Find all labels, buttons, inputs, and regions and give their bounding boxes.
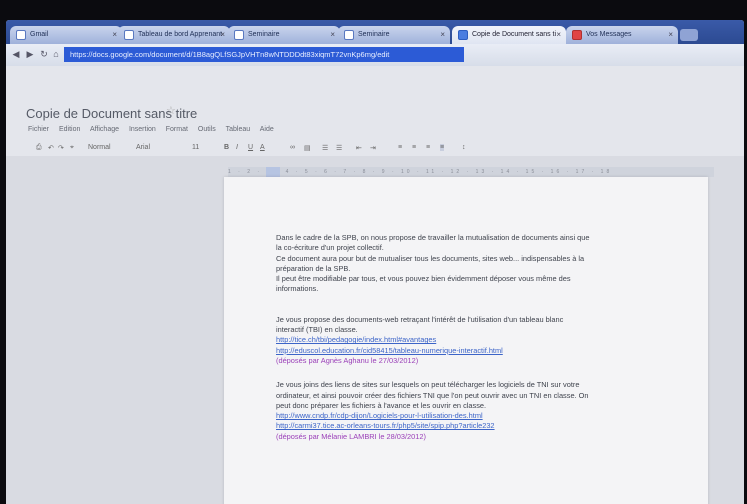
style-select[interactable]: Normal — [88, 144, 111, 151]
text-line: informations. — [276, 284, 319, 294]
tab-label: Gmail — [30, 31, 49, 38]
underline-icon[interactable]: U — [248, 144, 253, 151]
document-page[interactable]: Dans le cadre de la SPB, on nous propose… — [224, 177, 708, 504]
toolbar-row: ◀ ▶ ↻ ⌂ https://docs.google.com/document… — [6, 44, 744, 66]
undo-icon[interactable]: ↶ — [48, 144, 54, 152]
menu-view[interactable]: Affichage — [90, 126, 119, 133]
tab-label: Tableau de bord Apprenant — [138, 31, 223, 38]
tab-0[interactable]: Gmail × — [10, 26, 122, 44]
page-icon — [344, 30, 354, 40]
page-icon — [234, 30, 244, 40]
indent-marker[interactable] — [266, 167, 280, 177]
italic-icon[interactable]: I — [236, 144, 238, 151]
forward-icon[interactable]: ▶ — [24, 49, 36, 60]
close-icon[interactable]: × — [330, 26, 335, 44]
tab-3[interactable]: Seminaire × — [338, 26, 450, 44]
tab-4[interactable]: Copie de Document sans ti × — [452, 26, 566, 44]
hyperlink[interactable]: http://eduscol.education.fr/cid58415/tab… — [276, 346, 642, 356]
paint-format-icon[interactable]: ⌖ — [70, 144, 74, 152]
text-line: Ce document aura pour but de mutualiser … — [276, 253, 585, 263]
text-line: peut donc préparer les fichiers à l'avan… — [276, 400, 487, 410]
browser-window: Gmail × Tableau de bord Apprenant × Semi… — [6, 20, 744, 504]
align-right-icon[interactable]: ≡ — [426, 144, 430, 151]
menu-help[interactable]: Aide — [260, 126, 274, 133]
page-icon — [16, 30, 26, 40]
new-tab-button[interactable] — [680, 29, 698, 41]
comment-icon[interactable]: ▤ — [304, 144, 311, 152]
menu-file[interactable]: Fichier — [28, 126, 49, 133]
menu-bar: Fichier Edition Affichage Insertion Form… — [28, 126, 282, 133]
star-icon[interactable]: ☆ — [166, 104, 176, 117]
align-center-icon[interactable]: ≡ — [412, 144, 416, 151]
indent-icon[interactable]: ⇤ — [356, 144, 362, 152]
redo-icon[interactable]: ↷ — [58, 144, 64, 152]
tab-label: Copie de Document sans ti — [472, 31, 557, 38]
text-line: Il peut être modifiable par tous, et vou… — [276, 274, 571, 284]
menu-tools[interactable]: Outils — [198, 126, 216, 133]
author-note: (déposés par Agnès Aghanu le 27/03/2012) — [276, 355, 419, 365]
text-line: Dans le cadre de la SPB, on nous propose… — [276, 233, 590, 242]
tab-label: Seminaire — [358, 31, 390, 38]
tab-strip: Gmail × Tableau de bord Apprenant × Semi… — [6, 20, 744, 44]
numbered-list-icon[interactable]: ☰ — [322, 144, 328, 152]
menu-table[interactable]: Tableau — [226, 126, 251, 133]
text-color-icon[interactable]: A — [260, 144, 265, 151]
doc-icon — [458, 30, 468, 40]
close-icon[interactable]: × — [668, 26, 673, 44]
text-line: ordinateur, et ainsi pouvoir créer des f… — [276, 390, 589, 400]
hyperlink[interactable]: http://carmi37.tice.ac-orleans-tours.fr/… — [276, 421, 642, 431]
ruler[interactable]: 1 · 2 · 3 · 4 · 5 · 6 · 7 · 8 · 9 · 10 ·… — [228, 167, 714, 177]
align-left-icon[interactable]: ≡ — [398, 144, 402, 151]
tab-2[interactable]: Seminaire × — [228, 26, 340, 44]
menu-format[interactable]: Format — [166, 126, 188, 133]
close-icon[interactable]: × — [440, 26, 445, 44]
address-bar[interactable]: https://docs.google.com/document/d/1B8ag… — [64, 47, 464, 62]
menu-edit[interactable]: Edition — [59, 126, 80, 133]
mail-icon — [572, 30, 582, 40]
reload-icon[interactable]: ↻ — [38, 49, 50, 60]
back-icon[interactable]: ◀ — [10, 49, 22, 60]
close-icon[interactable]: × — [112, 26, 117, 44]
close-icon[interactable]: × — [220, 26, 225, 44]
menu-insert[interactable]: Insertion — [129, 126, 156, 133]
tab-label: Vos Messages — [586, 31, 632, 38]
tab-1[interactable]: Tableau de bord Apprenant × — [118, 26, 230, 44]
tab-5[interactable]: Vos Messages × — [566, 26, 678, 44]
tab-label: Seminaire — [248, 31, 280, 38]
link-icon[interactable]: ∞ — [290, 144, 295, 151]
author-note: (déposés par Mélanie LAMBRI le 28/03/201… — [276, 431, 426, 441]
close-icon[interactable]: × — [556, 26, 561, 44]
line-spacing-icon[interactable]: ↕ — [462, 144, 466, 151]
bold-icon[interactable]: B — [224, 144, 229, 151]
font-select[interactable]: Arial — [136, 144, 150, 151]
size-select[interactable]: 11 — [192, 144, 199, 151]
hyperlink[interactable]: http://www.cndp.fr/cdp-dijon/Logiciels-p… — [276, 411, 642, 421]
outdent-icon[interactable]: ⇥ — [370, 144, 376, 152]
text-line: la co-écriture d'un projet collectif. — [276, 243, 384, 253]
page-icon — [124, 30, 134, 40]
document-body[interactable]: Dans le cadre de la SPB, on nous propose… — [276, 233, 642, 442]
hyperlink[interactable]: http://tice.ch/tbi/pedagogie/index.html#… — [276, 335, 642, 345]
text-line: interactif (TBI) en classe. — [276, 325, 358, 335]
format-toolbar: ⎙ ↶ ↷ ⌖ Normal Arial 11 B I U A ∞ ▤ ☰ ☰ … — [26, 142, 724, 158]
home-icon[interactable]: ⌂ — [50, 49, 62, 59]
align-justify-icon[interactable]: ≡ — [440, 144, 445, 151]
text-line: Je vous propose des documents-web retraç… — [276, 314, 564, 324]
print-icon[interactable]: ⎙ — [36, 144, 42, 152]
bullet-list-icon[interactable]: ☰ — [336, 144, 342, 152]
text-line: préparation de la SPB. — [276, 263, 351, 273]
text-line: Je vous joins des liens de sites sur les… — [276, 380, 580, 390]
